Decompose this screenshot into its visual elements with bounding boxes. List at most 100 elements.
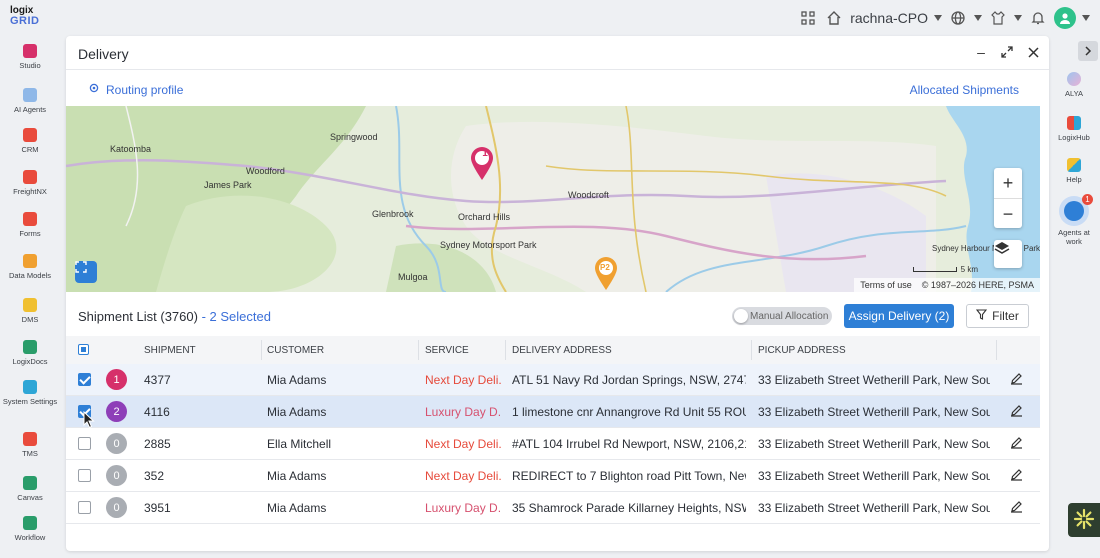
sidebar-item-label: DMS <box>21 315 39 324</box>
dms-icon <box>23 298 37 312</box>
delivery-address: #ATL 104 Irrubel Rd Newport, NSW, 2106,2… <box>512 437 746 451</box>
theme-chevron-icon[interactable] <box>1014 15 1022 21</box>
allocated-shipments-link[interactable]: Allocated Shipments <box>910 83 1019 97</box>
workflow-icon <box>23 516 37 530</box>
map-pin-2-label: P2 <box>600 263 610 272</box>
user-name[interactable]: rachna-CPO <box>850 10 928 26</box>
row-checkbox[interactable] <box>78 501 91 514</box>
row-checkbox[interactable] <box>78 437 91 450</box>
maximize-icon[interactable] <box>1001 45 1013 59</box>
column-header-pickup-address[interactable]: PICKUP ADDRESS <box>758 345 846 356</box>
language-chevron-icon[interactable] <box>974 15 982 21</box>
avatar[interactable] <box>1054 7 1076 29</box>
delivery-address: 35 Shamrock Parade Killarney Heights, NS… <box>512 501 746 515</box>
customer-name: Mia Adams <box>267 469 327 483</box>
sidebar-item-logixhub[interactable]: LogixHub <box>1048 116 1100 142</box>
shipment-id: 3951 <box>144 501 171 515</box>
shirt-icon[interactable] <box>988 8 1008 28</box>
bell-icon[interactable] <box>1028 8 1048 28</box>
column-header-delivery-address[interactable]: DELIVERY ADDRESS <box>512 345 612 356</box>
sidebar-item-ai-agents[interactable]: AI Agents <box>0 88 60 114</box>
select-all-checkbox[interactable] <box>78 344 89 355</box>
sidebar-item-tms[interactable]: TMS <box>0 432 60 458</box>
sidebar-item-canvas[interactable]: Canvas <box>0 476 60 502</box>
sidebar-item-alya[interactable]: ALYA <box>1048 72 1100 98</box>
column-header-customer[interactable]: CUSTOMER <box>267 345 324 356</box>
routing-profile-link[interactable]: Routing profile <box>88 82 183 97</box>
terms-of-use-link[interactable]: Terms of use <box>860 280 912 290</box>
sequence-badge: 0 <box>106 465 127 486</box>
filter-icon <box>976 309 988 323</box>
map-canvas <box>66 106 1040 292</box>
sidebar-item-logixdocs[interactable]: LogixDocs <box>0 340 60 366</box>
edit-icon[interactable] <box>1010 500 1024 514</box>
left-sidebar: Studio AI Agents CRM FreightNX Forms Data Mod… <box>0 36 60 558</box>
zoom-out-icon[interactable]: − <box>994 199 1022 229</box>
account-chevron-icon[interactable] <box>1082 15 1090 21</box>
sidebar-item-forms[interactable]: Forms <box>0 212 60 238</box>
row-checkbox[interactable] <box>78 469 91 482</box>
sequence-badge: 2 <box>106 401 127 422</box>
globe-icon[interactable] <box>948 8 968 28</box>
close-icon[interactable] <box>1027 45 1039 59</box>
shipment-id: 4377 <box>144 373 171 387</box>
sidebar-item-agents-at-work[interactable]: 1 Agents at work <box>1048 194 1100 246</box>
pickup-address: 33 Elizabeth Street Wetherill Park, New … <box>758 405 990 419</box>
delivery-address: 1 limestone cnr Annangrove Rd Unit 55 RO… <box>512 405 746 419</box>
edit-icon[interactable] <box>1010 404 1024 418</box>
minimize-icon[interactable]: – <box>975 44 987 60</box>
assistant-button[interactable] <box>1068 503 1100 537</box>
service-type: Next Day Deli... <box>425 373 501 387</box>
table-row[interactable]: 0 3951 Mia Adams Luxury Day D... 35 Shamrock… <box>66 492 1040 524</box>
map-place-label: James Park <box>204 180 252 190</box>
table-row[interactable]: 0 2885 Ella Mitchell Next Day Deli... #ATL 1… <box>66 428 1040 460</box>
assign-delivery-button[interactable]: Assign Delivery (2) <box>844 304 954 328</box>
table-row[interactable]: 1 4377 Mia Adams Next Day Deli... ATL 51 Nav… <box>66 364 1040 396</box>
map-view[interactable]: 1 P2 Katoomba Springwood Woodford James … <box>66 106 1040 292</box>
filter-button[interactable]: Filter <box>966 304 1029 328</box>
top-bar: logix GRID rachna-CPO <box>0 0 1100 36</box>
sidebar-item-label: Canvas <box>17 493 43 502</box>
pickup-address: 33 Elizabeth Street Wetherill Park, New … <box>758 437 990 451</box>
column-divider <box>751 340 752 360</box>
map-copyright: © 1987–2026 HERE, PSMA <box>921 280 1034 290</box>
map-scale: 5 km <box>912 265 978 274</box>
home-icon[interactable] <box>824 8 844 28</box>
gear-icon <box>88 82 100 97</box>
row-checkbox[interactable] <box>78 373 91 386</box>
logixgrid-logo[interactable]: logix GRID <box>10 6 40 27</box>
window-controls: – <box>975 44 1039 60</box>
sidebar-item-system-settings[interactable]: System Settings <box>0 380 60 406</box>
table-row[interactable]: 0 352 Mia Adams Next Day Deli... REDIRECT to… <box>66 460 1040 492</box>
sidebar-item-help[interactable]: Help <box>1048 158 1100 184</box>
user-dropdown-chevron-icon[interactable] <box>934 15 942 21</box>
sidebar-item-workflow[interactable]: Workflow <box>0 516 60 542</box>
manual-allocation-toggle[interactable]: Manual Allocation <box>732 307 832 325</box>
shipment-id: 352 <box>144 469 165 483</box>
sidebar-item-label: Forms <box>19 229 41 238</box>
edit-icon[interactable] <box>1010 436 1024 450</box>
manual-allocation-label: Manual Allocation <box>750 310 829 322</box>
expand-map-button[interactable] <box>75 261 97 283</box>
sidebar-item-freightnx[interactable]: FreightNX <box>0 170 60 196</box>
column-header-service[interactable]: SERVICE <box>425 345 469 356</box>
sidebar-item-label: CRM <box>21 145 39 154</box>
apps-grid-icon[interactable] <box>798 8 818 28</box>
sidebar-item-studio[interactable]: Studio <box>0 44 60 70</box>
sidebar-item-label: FreightNX <box>13 187 47 196</box>
layers-icon[interactable] <box>994 240 1022 268</box>
column-header-shipment[interactable]: SHIPMENT <box>144 345 196 356</box>
crm-icon <box>23 128 37 142</box>
sidebar-item-label: Agents at work <box>1058 228 1090 246</box>
sidebar-item-dms[interactable]: DMS <box>0 298 60 324</box>
expand-sidebar-chevron-icon[interactable] <box>1078 41 1098 61</box>
zoom-control: + − <box>994 168 1022 228</box>
sidebar-item-label: Workflow <box>14 533 46 542</box>
edit-icon[interactable] <box>1010 372 1024 386</box>
edit-icon[interactable] <box>1010 468 1024 482</box>
sidebar-item-data-models[interactable]: Data Models <box>0 254 60 280</box>
sidebar-item-label: TMS <box>22 449 38 458</box>
zoom-in-icon[interactable]: + <box>994 168 1022 198</box>
sidebar-item-crm[interactable]: CRM <box>0 128 60 154</box>
table-row[interactable]: 2 4116 Mia Adams Luxury Day D... 1 limestone… <box>66 396 1040 428</box>
